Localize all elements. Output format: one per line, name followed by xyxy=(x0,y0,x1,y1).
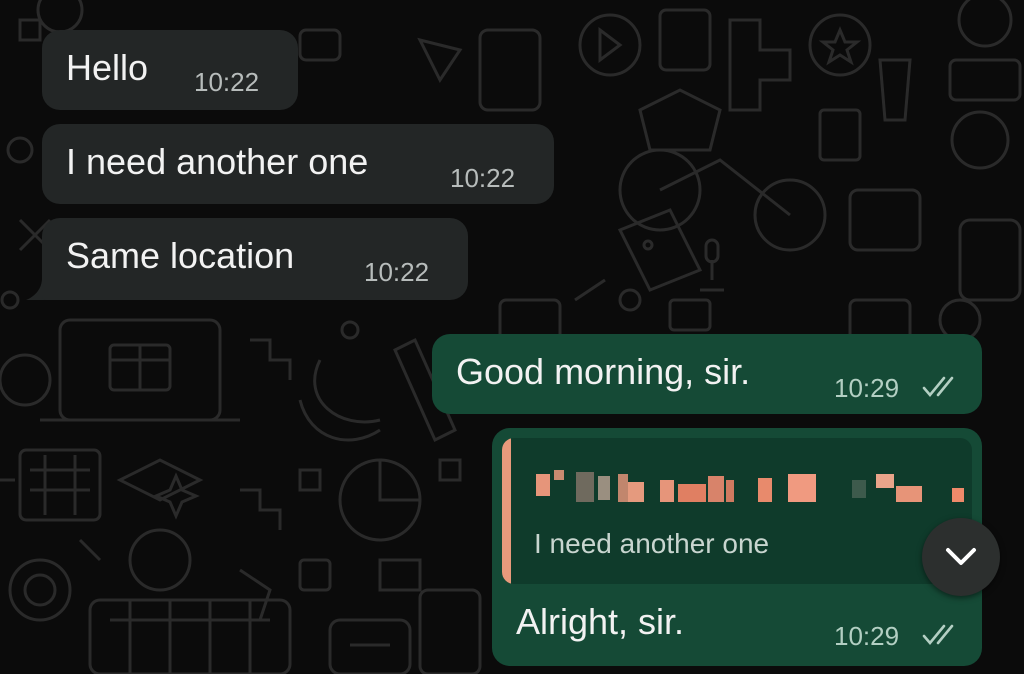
message-text: Alright, sir. xyxy=(516,601,685,642)
message-text: Good morning, sir. xyxy=(456,351,751,392)
incoming-message[interactable]: I need another one 10:22 xyxy=(42,124,554,204)
message-time: 10:29 xyxy=(834,373,900,403)
message-time: 10:22 xyxy=(364,257,430,287)
quote-accent-bar xyxy=(502,438,511,584)
quoted-message-text: I need another one xyxy=(534,528,770,559)
incoming-message[interactable]: Hello 10:22 xyxy=(42,30,298,110)
outgoing-message[interactable]: I need another one Alright, sir. 10:29 xyxy=(492,428,982,666)
scroll-to-bottom-button[interactable] xyxy=(922,518,1000,596)
message-time: 10:29 xyxy=(834,621,900,651)
double-check-icon xyxy=(922,624,954,646)
message-text: Hello xyxy=(66,47,149,88)
double-check-icon xyxy=(922,376,954,398)
message-text: I need another one xyxy=(66,141,369,182)
message-time: 10:22 xyxy=(450,163,516,193)
message-time: 10:22 xyxy=(194,67,260,97)
message-text: Same location xyxy=(66,235,295,276)
incoming-message[interactable]: Same location 10:22 xyxy=(42,218,468,300)
quoted-reply[interactable]: I need another one xyxy=(502,438,972,584)
chevron-down-icon xyxy=(946,548,976,565)
outgoing-message[interactable]: Good morning, sir. 10:29 xyxy=(432,334,982,414)
chat-view: Hello 10:22 I need another one 10:22 Sam… xyxy=(0,0,1024,674)
